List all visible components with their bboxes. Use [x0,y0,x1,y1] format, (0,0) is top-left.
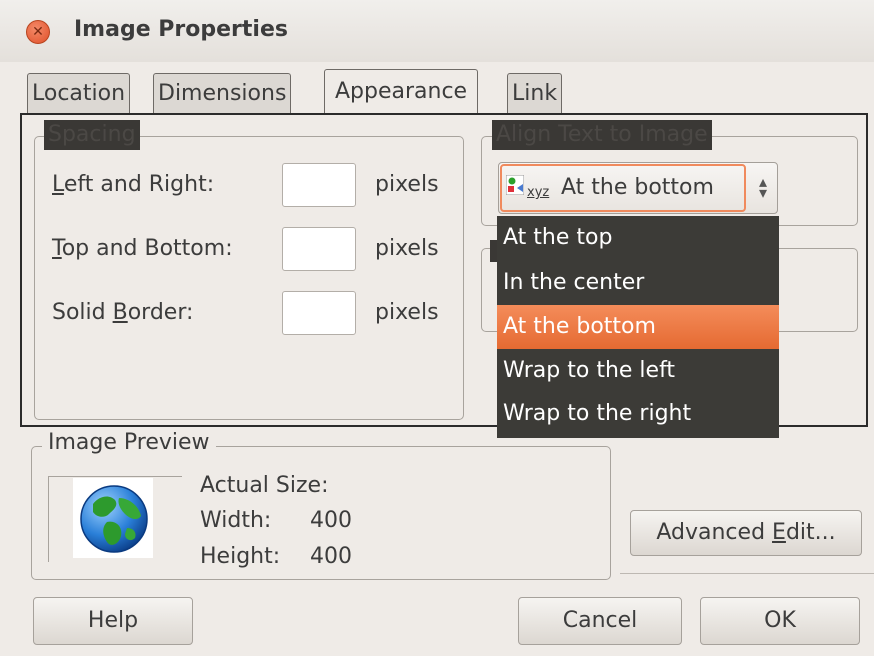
solid-border-unit: pixels [375,300,439,325]
close-icon[interactable]: ✕ [26,20,50,44]
solid-border-input[interactable] [282,291,356,335]
tab-link[interactable]: Link [507,73,563,113]
option-wrap-right[interactable]: Wrap to the right [497,392,779,436]
height-label: Height: [200,544,281,569]
top-bottom-input[interactable] [282,227,356,271]
option-at-the-bottom[interactable]: At the bottom [497,305,779,349]
window-title: Image Properties [74,17,288,42]
option-at-the-top[interactable]: At the top [497,216,779,260]
help-button[interactable]: Help [33,597,193,645]
actual-size-label: Actual Size: [200,473,329,498]
align-combo-value: At the bottom [561,175,714,200]
width-label: Width: [200,508,272,533]
left-right-label: Left and Right: [52,172,215,197]
globe-icon [80,485,148,553]
top-bottom-label: Top and Bottom: [52,236,233,261]
combo-updown-icon: ▴ ▾ [758,172,768,202]
separator [620,573,874,574]
advanced-edit-button[interactable]: Advanced Edit... [630,510,862,556]
align-dropdown-list: At the top In the center At the bottom W… [497,216,779,438]
solid-border-label: Solid Border: [52,300,194,325]
align-legend: Align Text to Image [492,120,712,150]
width-value: 400 [310,508,352,533]
align-bottom-icon [506,175,524,195]
ok-button[interactable]: OK [700,597,860,645]
image-preview-legend: Image Preview [42,430,216,455]
align-combo[interactable]: xyz At the bottom [498,162,778,214]
option-wrap-left[interactable]: Wrap to the left [497,349,779,393]
align-icon-text: xyz [527,185,550,200]
spacing-legend: Spacing [44,120,140,150]
height-value: 400 [310,544,352,569]
cancel-button[interactable]: Cancel [518,597,682,645]
top-bottom-unit: pixels [375,236,439,261]
tab-location[interactable]: Location [27,73,131,113]
option-in-the-center[interactable]: In the center [497,261,779,305]
tab-dimensions[interactable]: Dimensions [153,73,292,113]
left-right-input[interactable] [282,163,356,207]
tab-appearance[interactable]: Appearance [324,69,479,115]
left-right-unit: pixels [375,172,439,197]
